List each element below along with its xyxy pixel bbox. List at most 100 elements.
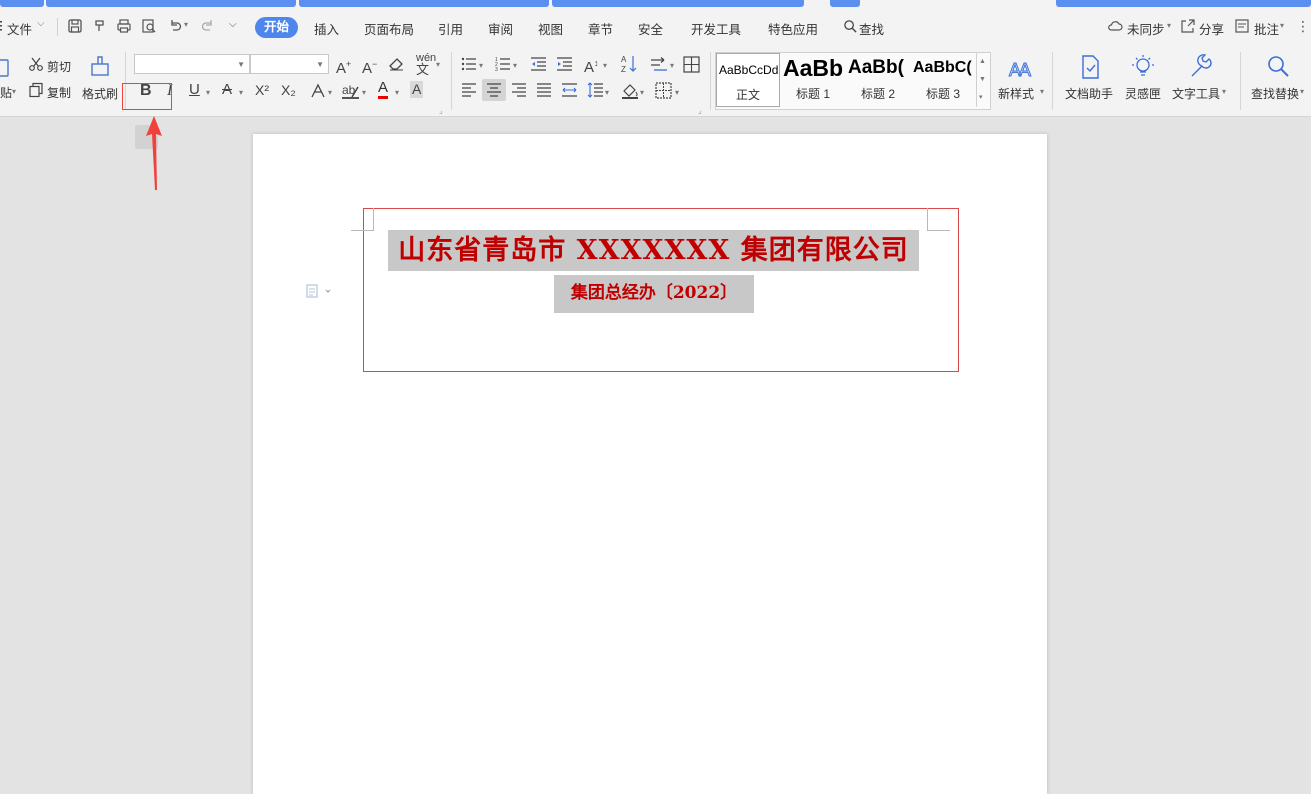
borders-dropdown-icon[interactable]: ▾ <box>675 84 679 102</box>
comment-button[interactable]: 批注 <box>1254 19 1279 38</box>
quick-access-more-icon[interactable]: ⌵ <box>229 19 237 30</box>
shading-dropdown-icon[interactable]: ▾ <box>640 84 644 102</box>
menu-security[interactable]: 安全 <box>638 19 663 38</box>
more-icon[interactable]: ⋮ <box>1296 18 1310 35</box>
document-tab[interactable] <box>1056 0 1311 7</box>
font-color-button[interactable]: A <box>378 80 389 99</box>
save-icon[interactable] <box>67 18 83 34</box>
underline-dropdown-icon[interactable]: ▾ <box>206 84 210 102</box>
style-heading-1[interactable]: AaBb 标题 1 <box>782 53 846 107</box>
new-style-button[interactable]: 新样式 <box>998 85 1034 102</box>
cut-button[interactable]: 剪切 <box>47 58 71 75</box>
highlight-icon[interactable]: ab <box>342 82 360 100</box>
copy-icon[interactable] <box>28 82 44 98</box>
undo-icon[interactable] <box>167 18 183 34</box>
subscript-button[interactable]: X₂ <box>281 81 296 99</box>
paste-dropdown-icon[interactable]: ▾ <box>12 87 16 96</box>
marks-dropdown-icon[interactable]: ▾ <box>670 57 674 75</box>
menu-view[interactable]: 视图 <box>538 19 563 38</box>
font-name-select[interactable]: ▼ <box>134 54 250 74</box>
shrink-font-icon[interactable]: A− <box>362 55 377 78</box>
font-size-select[interactable]: ▼ <box>250 54 329 74</box>
strikethrough-button[interactable]: A <box>222 81 232 99</box>
menu-start-tab[interactable]: 开始 <box>255 17 298 38</box>
sort-icon[interactable]: AZ <box>621 54 637 74</box>
comment-icon[interactable] <box>1234 18 1250 34</box>
share-icon[interactable] <box>1180 18 1196 34</box>
inspiration-button[interactable]: 灵感匣 <box>1125 85 1161 102</box>
share-button[interactable]: 分享 <box>1199 19 1224 38</box>
print-icon[interactable] <box>116 18 132 34</box>
menu-references[interactable]: 引用 <box>438 19 463 38</box>
lightbulb-icon[interactable] <box>1131 54 1155 80</box>
style-heading-3[interactable]: AaBbC( 标题 3 <box>912 53 976 107</box>
text-effect-icon[interactable] <box>309 82 327 100</box>
menu-page-layout[interactable]: 页面布局 <box>364 19 414 38</box>
increase-indent-icon[interactable] <box>556 56 573 72</box>
find-replace-dropdown-icon[interactable]: ▾ <box>1300 87 1304 96</box>
grow-font-icon[interactable]: A+ <box>336 55 351 78</box>
document-tab-active[interactable] <box>830 0 860 7</box>
document-tab[interactable] <box>552 0 804 7</box>
undo-dropdown-icon[interactable]: ▾ <box>184 20 188 29</box>
font-color-dropdown-icon[interactable]: ▾ <box>395 84 399 102</box>
cloud-sync-icon[interactable] <box>1107 18 1123 34</box>
text-effect-dropdown-icon[interactable]: ▾ <box>328 84 332 102</box>
line-spacing-icon[interactable] <box>587 82 604 98</box>
menu-icon[interactable] <box>0 20 4 32</box>
styles-scroll[interactable]: ▲ ▼ ▾ <box>976 53 989 107</box>
phonetic-dropdown-icon[interactable]: ▾ <box>436 56 440 74</box>
chevron-up-icon[interactable]: ▲ <box>979 53 986 71</box>
underline-button[interactable]: U <box>189 81 200 99</box>
change-case-dropdown-icon[interactable]: ▾ <box>603 57 607 75</box>
align-right-icon[interactable] <box>511 82 527 98</box>
text-tools-button[interactable]: 文字工具 <box>1172 85 1220 102</box>
document-tab[interactable] <box>299 0 549 7</box>
character-shading-button[interactable]: A <box>410 81 424 98</box>
copy-button[interactable]: 复制 <box>47 84 71 101</box>
print-preview-icon[interactable] <box>141 18 157 34</box>
menu-developer[interactable]: 开发工具 <box>691 19 741 38</box>
distributed-align-icon[interactable] <box>561 82 578 98</box>
eraser-icon[interactable] <box>388 56 405 72</box>
strikethrough-dropdown-icon[interactable]: ▾ <box>239 84 243 102</box>
menu-review[interactable]: 审阅 <box>488 19 513 38</box>
document-assistant-icon[interactable] <box>1079 54 1101 80</box>
find-replace-button[interactable]: 查找替换 <box>1251 85 1299 102</box>
font-dialog-launcher-icon[interactable]: ⌟ <box>439 102 443 120</box>
comment-dropdown-icon[interactable]: ▾ <box>1280 21 1284 30</box>
document-assistant-button[interactable]: 文档助手 <box>1065 85 1113 102</box>
redo-icon[interactable] <box>200 18 216 34</box>
more-styles-icon[interactable]: ▾ <box>979 89 983 107</box>
new-style-dropdown-icon[interactable]: ▾ <box>1040 87 1044 96</box>
table-layout-icon[interactable] <box>683 56 700 73</box>
shading-icon[interactable] <box>621 82 639 99</box>
style-heading-2[interactable]: AaBb( 标题 2 <box>847 53 911 107</box>
sync-dropdown-icon[interactable]: ▾ <box>1167 21 1171 30</box>
bullet-list-icon[interactable] <box>461 56 477 72</box>
numbering-dropdown-icon[interactable]: ▾ <box>513 57 517 75</box>
bullet-dropdown-icon[interactable]: ▾ <box>479 57 483 75</box>
text-tools-dropdown-icon[interactable]: ▾ <box>1222 87 1226 96</box>
chevron-down-icon[interactable]: ⌵ <box>37 18 45 29</box>
style-normal[interactable]: AaBbCcDd 正文 <box>716 53 780 107</box>
document-tab[interactable] <box>0 0 44 7</box>
format-painter-icon[interactable] <box>89 54 111 78</box>
search-icon[interactable] <box>843 19 858 34</box>
find-replace-icon[interactable] <box>1266 54 1290 80</box>
document-subtitle[interactable]: 集团总经办〔2022〕 <box>554 281 754 305</box>
paragraph-dialog-launcher-icon[interactable]: ⌟ <box>698 102 702 120</box>
wrench-icon[interactable] <box>1188 54 1212 80</box>
show-hide-marks-icon[interactable] <box>650 56 668 72</box>
format-painter-small-icon[interactable] <box>92 18 108 34</box>
paste-icon[interactable] <box>0 56 10 78</box>
menu-search[interactable]: 查找 <box>859 19 884 38</box>
menu-insert[interactable]: 插入 <box>314 19 339 38</box>
superscript-button[interactable]: X² <box>255 81 269 99</box>
line-spacing-dropdown-icon[interactable]: ▾ <box>605 84 609 102</box>
numbered-list-icon[interactable]: 123 <box>495 56 511 72</box>
paragraph-layout-icon[interactable] <box>306 284 334 298</box>
menu-special-apps[interactable]: 特色应用 <box>768 19 818 38</box>
decrease-indent-icon[interactable] <box>530 56 547 72</box>
align-left-icon[interactable] <box>461 82 477 98</box>
